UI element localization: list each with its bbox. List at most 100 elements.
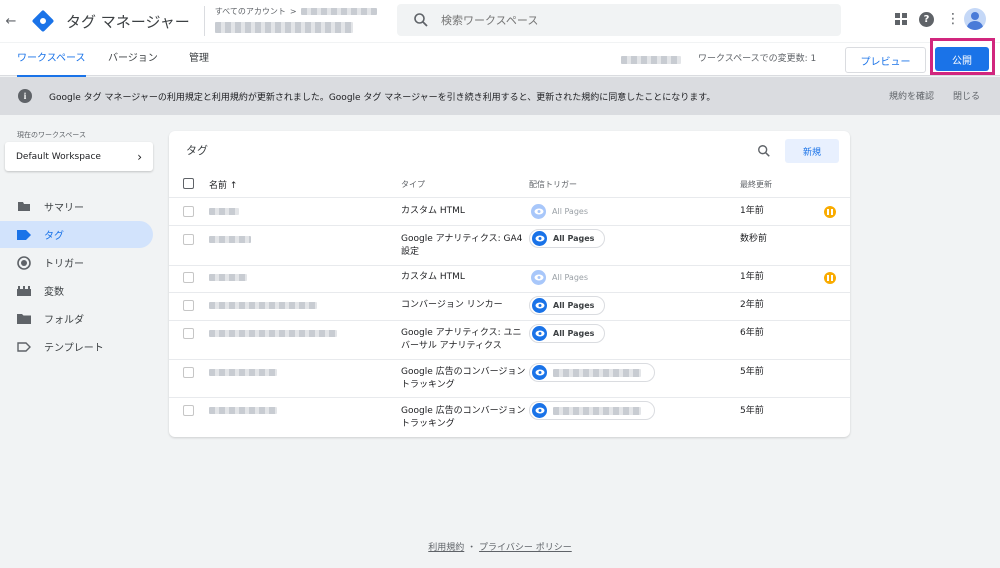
trigger-label: All Pages [552,273,588,282]
workspace-selector[interactable]: Default Workspace › [5,142,153,171]
notice-text: Google タグ マネージャーの利用規定と利用規約が更新されました。Googl… [49,92,716,103]
breadcrumb-separator: > [289,7,297,16]
last-updated: 1年前 [740,272,764,282]
row-divider [169,292,850,293]
redacted-tag-name[interactable] [209,369,277,376]
sidebar-item-label: タグ [44,231,64,242]
redacted-tag-name[interactable] [209,407,277,414]
tab-bar: ワークスペース バージョン 管理 ワークスペースでの変更数: 1 プレビュー [0,43,1000,77]
eye-icon [532,231,547,246]
search-icon[interactable] [757,144,771,158]
sidebar-item-label: テンプレート [44,343,104,354]
folder-icon [17,312,31,326]
trigger-chip[interactable]: All Pages [529,296,606,315]
redacted-trigger-name [553,368,641,377]
trigger-label: All Pages [552,207,588,216]
terms-notice-bar: i Google タグ マネージャーの利用規定と利用規約が更新されました。Goo… [0,77,1000,115]
eye-icon [532,403,547,418]
tab-admin[interactable]: 管理 [189,43,209,76]
search-input[interactable] [441,13,821,27]
tab-versions[interactable]: バージョン [108,43,158,76]
help-icon[interactable]: ? [919,11,934,27]
sort-arrow-icon: ↑ [229,181,238,191]
tag-type: Google 広告のコンバージョン トラッキング [401,406,526,429]
privacy-policy-link[interactable]: プライバシー ポリシー [479,543,572,553]
breadcrumb-all-accounts[interactable]: すべてのアカウント [215,6,286,17]
template-icon [17,340,31,354]
trigger-chip[interactable]: All Pages [529,268,598,287]
tags-card: タグ 新規 名前 ↑ タイプ 配信トリガー 最終更新 カスタム HTML All… [169,131,850,437]
preview-button[interactable]: プレビュー [845,47,926,73]
sidebar-item-tags[interactable]: タグ [0,221,153,248]
sidebar-item-folders[interactable]: フォルダ [0,305,153,332]
trigger-chip[interactable]: All Pages [529,202,598,221]
redacted-tag-name[interactable] [209,208,239,215]
eye-icon [531,270,546,285]
redacted-account-name [300,8,377,15]
breadcrumb: すべてのアカウント > [215,6,377,17]
sidebar-item-label: フォルダ [44,315,84,326]
row-divider [169,359,850,360]
select-all-checkbox[interactable] [183,178,194,189]
last-updated: 数秒前 [740,234,768,244]
tag-manager-logo[interactable] [31,9,55,33]
redacted-tag-name[interactable] [209,236,251,243]
account-selector[interactable]: すべてのアカウント > [203,6,377,36]
info-icon: i [18,89,32,103]
back-arrow-icon[interactable]: ← [0,14,22,29]
avatar[interactable] [964,8,986,30]
column-header-trigger[interactable]: 配信トリガー [529,179,577,190]
terms-link[interactable]: 利用規約 [428,543,464,553]
eye-icon [532,298,547,313]
search-icon [414,13,428,27]
last-updated: 1年前 [740,206,764,216]
publish-button[interactable]: 公開 [935,47,989,71]
sidebar-item-triggers[interactable]: トリガー [0,249,153,276]
new-tag-button[interactable]: 新規 [785,139,839,163]
redacted-tag-name[interactable] [209,302,317,309]
eye-icon [532,326,547,341]
workspace-search[interactable] [397,4,841,36]
trigger-chip[interactable] [529,363,655,382]
row-checkbox[interactable] [183,206,194,217]
tab-workspace[interactable]: ワークスペース [17,43,86,77]
footer: 利用規約 ・ プライバシー ポリシー [0,540,1000,553]
close-notice-link[interactable]: 閉じる [953,89,980,102]
redacted-workspace-id [621,56,681,64]
tag-type: カスタム HTML [401,272,465,282]
current-workspace-label: 現在のワークスペース [17,131,86,139]
review-terms-link[interactable]: 規約を確認 [889,89,934,102]
eye-icon [532,365,547,380]
sidebar-item-summary[interactable]: サマリー [0,193,153,220]
column-header-last-updated[interactable]: 最終更新 [740,179,772,190]
trigger-chip[interactable]: All Pages [529,324,606,343]
column-header-type[interactable]: タイプ [401,179,425,190]
chevron-right-icon: › [137,149,142,164]
row-checkbox[interactable] [183,328,194,339]
row-checkbox[interactable] [183,367,194,378]
trigger-chip[interactable] [529,401,655,420]
row-checkbox[interactable] [183,300,194,311]
column-header-name[interactable]: 名前 ↑ [209,178,237,191]
paused-icon [824,206,836,218]
row-checkbox[interactable] [183,272,194,283]
app-header: ← タグ マネージャー すべてのアカウント > ? ⋮ [0,0,1000,42]
redacted-tag-name[interactable] [209,330,337,337]
paused-icon [824,272,836,284]
sidebar-item-templates[interactable]: テンプレート [0,333,153,360]
row-checkbox[interactable] [183,234,194,245]
tag-type: Google アナリティクス: GA4 設定 [401,234,523,257]
row-checkbox[interactable] [183,405,194,416]
more-vert-icon[interactable]: ⋮ [946,12,960,26]
container-name [214,22,377,36]
workspace-changes-count: ワークスペースでの変更数: 1 [698,54,817,64]
last-updated: 6年前 [740,328,764,338]
last-updated: 5年前 [740,367,764,377]
trigger-chip[interactable]: All Pages [529,229,606,248]
summary-icon [17,200,31,214]
trigger-label: All Pages [553,329,595,338]
apps-grid-icon[interactable] [895,13,907,25]
sidebar-item-variables[interactable]: 変数 [0,277,153,304]
redacted-tag-name[interactable] [209,274,247,281]
tag-type: カスタム HTML [401,206,465,216]
